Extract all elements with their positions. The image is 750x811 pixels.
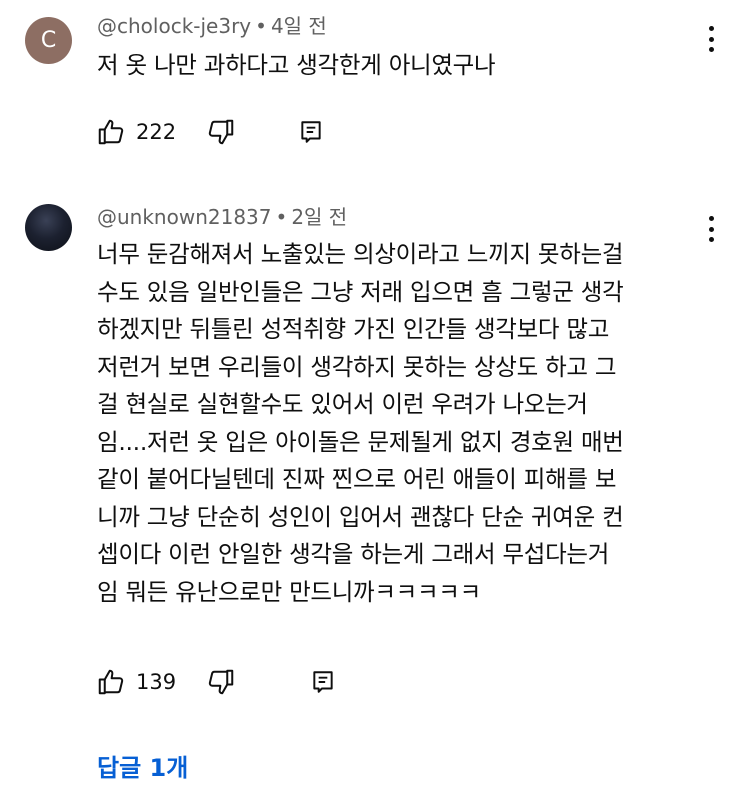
comment-author[interactable]: @unknown21837	[97, 205, 272, 229]
comment-meta: @cholock-je3ry • 4일 전	[97, 14, 327, 38]
comment-actions: 222	[96, 117, 324, 147]
comment-author[interactable]: @cholock-je3ry	[97, 14, 251, 38]
meta-separator: •	[275, 205, 288, 229]
like-count: 222	[136, 120, 177, 144]
thumbs-down-icon	[208, 119, 234, 145]
reply-button[interactable]	[310, 669, 336, 695]
comment-actions: 139	[96, 667, 336, 697]
comment-text: 너무 둔감해져서 노출있는 의상이라고 느끼지 못하는걸 수도 있음 일반인들은…	[97, 240, 624, 606]
thumbs-down-icon	[208, 669, 234, 695]
avatar-letter: C	[40, 28, 57, 53]
avatar[interactable]	[25, 204, 72, 251]
comment-time[interactable]: 4일 전	[271, 14, 327, 38]
reply-comment-icon	[313, 671, 333, 693]
like-count: 139	[136, 670, 177, 694]
comment-meta: @unknown21837 • 2일 전	[97, 205, 347, 229]
meta-separator: •	[255, 14, 267, 38]
reply-button[interactable]	[298, 119, 324, 145]
more-vertical-icon	[708, 216, 714, 221]
thumbs-up-icon	[98, 669, 124, 695]
thumbs-up-icon	[98, 119, 124, 145]
more-vertical-icon	[708, 26, 714, 31]
reply-comment-icon	[301, 121, 321, 143]
dislike-button[interactable]	[206, 117, 236, 147]
like-button[interactable]	[96, 117, 126, 147]
like-button[interactable]	[96, 667, 126, 697]
avatar[interactable]: C	[25, 17, 72, 64]
comment-time[interactable]: 2일 전	[291, 205, 347, 229]
dislike-button[interactable]	[206, 667, 236, 697]
comment-text: 저 옷 나만 과하다고 생각한게 아니였구나	[97, 51, 496, 79]
view-replies-link[interactable]: 답글 1개	[97, 748, 188, 783]
